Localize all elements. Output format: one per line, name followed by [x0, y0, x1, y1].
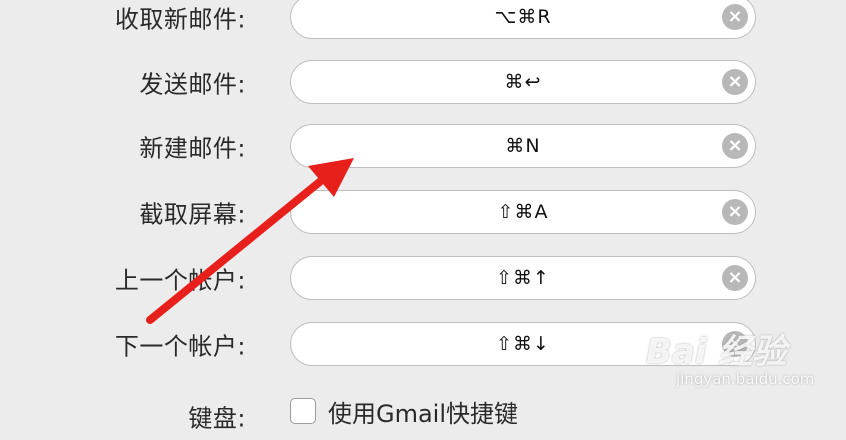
clear-icon[interactable]: × — [722, 265, 748, 291]
keyboard-row: 键盘: 使用Gmail快捷键 — [0, 392, 846, 440]
shortcut-row-fetch-mail: 收取新邮件: ⌥⌘R × — [0, 0, 846, 41]
shortcut-label: 截取屏幕: — [139, 200, 246, 229]
shortcut-label: 发送邮件: — [139, 70, 246, 99]
clear-icon[interactable]: × — [722, 199, 748, 225]
keyboard-label: 键盘: — [188, 404, 246, 433]
shortcut-field-fetch-mail[interactable]: ⌥⌘R × — [290, 0, 756, 39]
shortcut-keys: ⇧⌘↑ — [496, 267, 550, 289]
shortcut-row-send-mail: 发送邮件: ⌘↩ × — [0, 58, 846, 106]
shortcut-keys: ⌘↩ — [504, 71, 542, 93]
shortcut-keys: ⌥⌘R — [494, 6, 552, 28]
clear-icon[interactable]: × — [722, 331, 748, 357]
shortcut-field-next-account[interactable]: ⇧⌘↓ × — [290, 322, 756, 366]
clear-icon[interactable]: × — [722, 4, 748, 30]
gmail-shortcuts-checkbox[interactable] — [290, 398, 316, 424]
clear-icon[interactable]: × — [722, 133, 748, 159]
baidu-watermark-url: jingyan.baidu.com — [676, 370, 815, 388]
shortcut-keys: ⇧⌘A — [497, 201, 549, 223]
shortcut-keys: ⇧⌘↓ — [496, 333, 550, 355]
shortcut-row-previous-account: 上一个帐户: ⇧⌘↑ × — [0, 254, 846, 302]
shortcut-field-screenshot[interactable]: ⇧⌘A × — [290, 190, 756, 234]
shortcut-label: 上一个帐户: — [114, 266, 246, 295]
shortcut-field-previous-account[interactable]: ⇧⌘↑ × — [290, 256, 756, 300]
shortcut-label: 收取新邮件: — [114, 5, 246, 34]
shortcut-row-new-mail: 新建邮件: ⌘N × — [0, 122, 846, 170]
shortcut-row-screenshot: 截取屏幕: ⇧⌘A × — [0, 188, 846, 236]
shortcut-row-next-account: 下一个帐户: ⇧⌘↓ × — [0, 320, 846, 368]
clear-icon[interactable]: × — [722, 69, 748, 95]
shortcut-label: 新建邮件: — [139, 134, 246, 163]
shortcut-field-new-mail[interactable]: ⌘N × — [290, 124, 756, 168]
shortcut-label: 下一个帐户: — [114, 332, 246, 361]
shortcut-field-send-mail[interactable]: ⌘↩ × — [290, 60, 756, 104]
shortcut-keys: ⌘N — [505, 135, 541, 157]
